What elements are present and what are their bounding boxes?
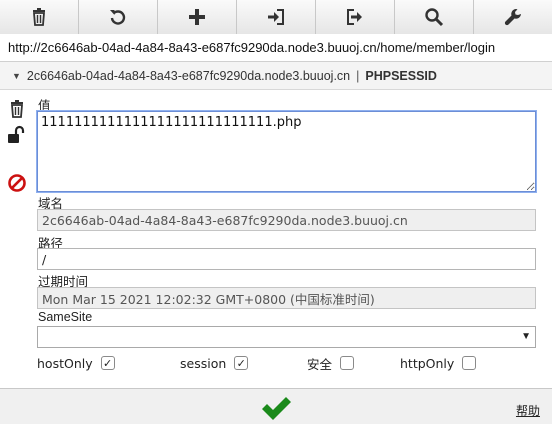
- options-button[interactable]: [474, 0, 552, 34]
- search-button[interactable]: [395, 0, 474, 34]
- session-checkbox[interactable]: ✓: [234, 356, 249, 370]
- session-option: session ✓: [180, 354, 249, 372]
- samesite-select[interactable]: ▼: [37, 326, 536, 348]
- trash-icon: [33, 8, 45, 26]
- secure-checkbox[interactable]: [340, 356, 355, 370]
- wrench-icon: [504, 9, 521, 26]
- delete-all-button[interactable]: [0, 0, 79, 34]
- session-label: session: [180, 355, 227, 371]
- save-button[interactable]: [258, 393, 294, 423]
- samesite-label: SameSite: [38, 310, 93, 324]
- import-button[interactable]: [237, 0, 316, 34]
- trash-icon: [11, 100, 23, 118]
- block-cookie-button[interactable]: [6, 172, 28, 194]
- hostonly-checkbox[interactable]: ✓: [100, 356, 115, 370]
- footer-bar: 帮助: [0, 388, 552, 424]
- hostonly-option: hostOnly ✓: [37, 354, 115, 372]
- block-icon: [8, 174, 26, 192]
- search-icon: [425, 8, 444, 27]
- hostonly-label: hostOnly: [37, 355, 93, 371]
- secure-label: 安全: [307, 356, 333, 372]
- add-cookie-button[interactable]: [158, 0, 237, 34]
- checkmark-icon: [262, 397, 291, 420]
- refresh-button[interactable]: [79, 0, 158, 34]
- cookie-separator: |: [356, 68, 360, 83]
- refresh-icon: [110, 10, 126, 25]
- secure-option: 安全: [307, 354, 355, 372]
- toolbar: [0, 0, 552, 34]
- export-icon: [347, 9, 362, 25]
- url-display: http://2c6646ab-04ad-4a84-8a43-e687fc929…: [0, 34, 552, 62]
- cookie-header[interactable]: ▼ 2c6646ab-04ad-4a84-8a43-e687fc9290da.n…: [0, 62, 552, 90]
- help-link[interactable]: 帮助: [516, 402, 540, 419]
- collapse-triangle-icon: ▼: [12, 70, 21, 81]
- httponly-label: httpOnly: [400, 355, 455, 371]
- httponly-option: httpOnly: [400, 354, 477, 372]
- unlock-cookie-button[interactable]: [6, 124, 28, 146]
- plus-icon: [189, 9, 205, 25]
- dropdown-arrow-icon: ▼: [521, 331, 531, 342]
- cookie-name: PHPSESSID: [365, 68, 437, 83]
- export-button[interactable]: [316, 0, 395, 34]
- unlock-icon: [8, 125, 25, 143]
- path-field[interactable]: /: [37, 248, 536, 270]
- delete-cookie-button[interactable]: [6, 98, 28, 120]
- cookie-domain: 2c6646ab-04ad-4a84-8a43-e687fc9290da.nod…: [26, 68, 351, 83]
- httponly-checkbox[interactable]: [462, 356, 477, 370]
- value-textarea[interactable]: [37, 111, 536, 192]
- domain-field[interactable]: 2c6646ab-04ad-4a84-8a43-e687fc9290da.nod…: [37, 209, 536, 231]
- import-icon: [268, 9, 284, 25]
- expires-field[interactable]: Mon Mar 15 2021 12:02:32 GMT+0800 (中国标准时…: [37, 287, 536, 309]
